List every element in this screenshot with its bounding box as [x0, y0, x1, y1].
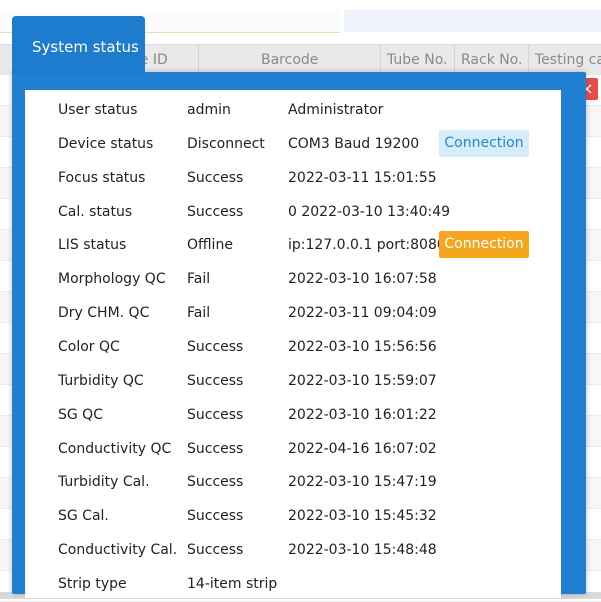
- status-detail: 2022-03-10 16:01:22: [288, 406, 437, 423]
- status-row: SG Cal. Success 2022-03-10 15:45:32: [25, 500, 561, 534]
- header-testing-category[interactable]: Testing ca: [528, 45, 601, 75]
- status-row: Cal. status Success 0 2022-03-10 13:40:49: [25, 196, 561, 230]
- status-value: Success: [187, 440, 244, 457]
- status-detail: 2022-03-10 15:48:48: [288, 542, 437, 559]
- status-label: Conductivity QC: [58, 440, 172, 457]
- status-label: Turbidity QC: [58, 372, 144, 389]
- status-value: Success: [187, 542, 244, 559]
- status-label: Cal. status: [58, 203, 133, 220]
- status-label: Turbidity Cal.: [58, 474, 150, 491]
- status-value: Success: [187, 203, 244, 220]
- status-value: Fail: [187, 305, 211, 322]
- status-label: LIS status: [58, 237, 127, 254]
- header-barcode[interactable]: Barcode: [198, 45, 380, 75]
- background-search-strip: [344, 10, 601, 32]
- status-row: Conductivity Cal. Success 2022-03-10 15:48…: [25, 534, 561, 568]
- dialog-body: User status admin Administrator Device stat…: [25, 90, 561, 598]
- status-value: Success: [187, 338, 244, 355]
- status-value: Success: [187, 372, 244, 389]
- status-detail: ip:127.0.0.1 port:8080: [288, 237, 446, 254]
- status-row: Focus status Success 2022-03-11 15:01:55: [25, 162, 561, 196]
- status-detail: 2022-03-10 15:45:32: [288, 508, 437, 525]
- status-detail: 2022-03-11 09:04:09: [288, 305, 437, 322]
- status-row: Device status Disconnect COM3 Baud 19200 Co…: [25, 128, 561, 162]
- status-row: Conductivity QC Success 2022-04-16 16:07:0…: [25, 433, 561, 467]
- status-detail: 2022-03-10 15:56:56: [288, 338, 437, 355]
- status-label: Color QC: [58, 338, 120, 355]
- status-row: Dry CHM. QC Fail 2022-03-11 09:04:09: [25, 297, 561, 331]
- status-row: Strip type 14-item strip: [25, 568, 561, 598]
- status-detail: Administrator: [288, 102, 384, 118]
- lis-connection-button[interactable]: Connection: [439, 231, 529, 259]
- status-label: SG Cal.: [58, 508, 109, 525]
- status-label: Morphology QC: [58, 271, 166, 288]
- status-row: LIS status Offline ip:127.0.0.1 port:8080 C…: [25, 229, 561, 263]
- status-value: Success: [187, 406, 244, 423]
- header-rack-no[interactable]: Rack No.: [454, 45, 528, 75]
- status-row: Morphology QC Fail 2022-03-10 16:07:58: [25, 263, 561, 297]
- dialog-title-tab: System status: [12, 16, 145, 74]
- dialog-title: System status: [32, 38, 139, 56]
- status-detail: 2022-03-10 15:47:19: [288, 474, 437, 491]
- status-detail: 2022-03-11 15:01:55: [288, 169, 437, 186]
- status-detail: 2022-04-16 16:07:02: [288, 440, 437, 457]
- status-row: Turbidity QC Success 2022-03-10 15:59:07: [25, 365, 561, 399]
- status-label: Conductivity Cal.: [58, 542, 178, 559]
- status-detail: COM3 Baud 19200: [288, 135, 420, 152]
- status-value: Disconnect: [187, 135, 265, 152]
- status-value: Success: [187, 169, 244, 186]
- status-detail: 0 2022-03-10 13:40:49: [288, 203, 451, 220]
- status-value: Offline: [187, 237, 233, 254]
- status-value: 14-item strip: [187, 575, 278, 592]
- status-value: Success: [187, 508, 244, 525]
- status-label: Dry CHM. QC: [58, 305, 150, 322]
- status-row: Turbidity Cal. Success 2022-03-10 15:47:19: [25, 466, 561, 500]
- status-value: Success: [187, 474, 244, 491]
- status-row: User status admin Administrator: [25, 94, 561, 128]
- status-label: Focus status: [58, 169, 146, 186]
- header-tube-no[interactable]: Tube No.: [380, 45, 454, 75]
- status-label: User status: [58, 102, 138, 118]
- status-row: SG QC Success 2022-03-10 16:01:22: [25, 399, 561, 433]
- status-detail: 2022-03-10 15:59:07: [288, 372, 437, 389]
- status-row: Color QC Success 2022-03-10 15:56:56: [25, 331, 561, 365]
- device-connection-button[interactable]: Connection: [439, 129, 529, 157]
- status-value: admin: [187, 102, 231, 118]
- status-value: Fail: [187, 271, 211, 288]
- status-detail: 2022-03-10 16:07:58: [288, 271, 437, 288]
- status-label: SG QC: [58, 406, 103, 423]
- status-label: Device status: [58, 135, 154, 152]
- status-label: Strip type: [58, 575, 127, 592]
